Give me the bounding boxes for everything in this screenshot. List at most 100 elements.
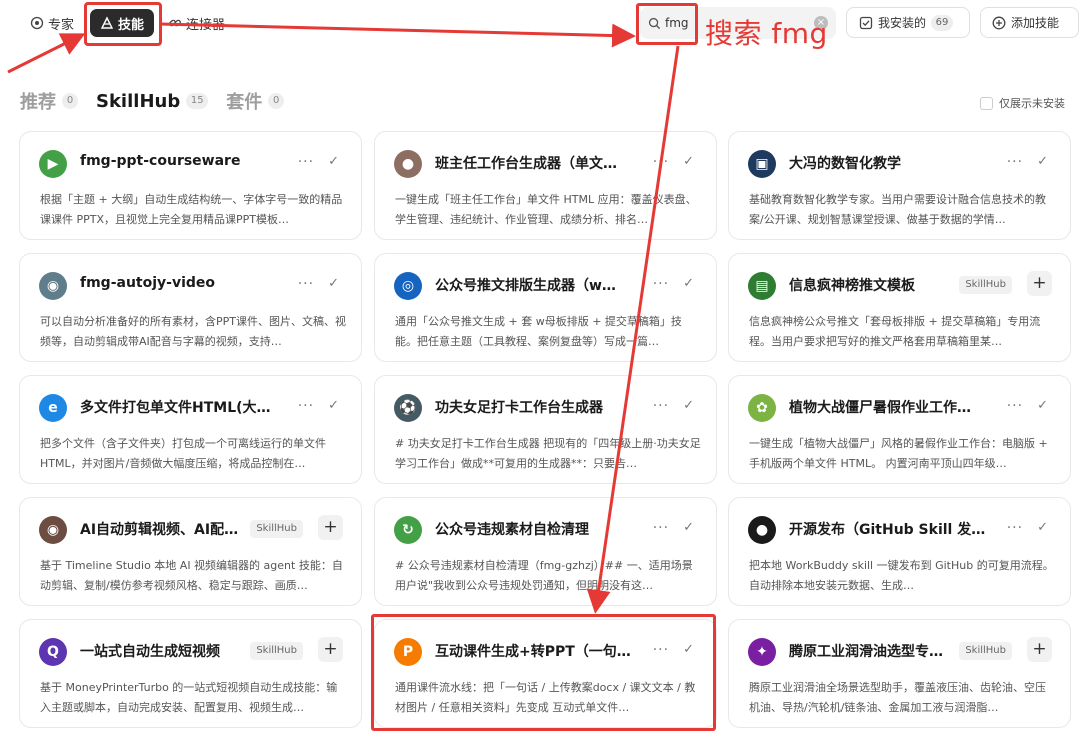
skill-description: 信息疯神榜公众号推文「套母板排版 + 提交草稿箱」专用流程。当用户要求把写好的推… xyxy=(749,315,1041,348)
card-actions: ··· ✓ xyxy=(653,398,694,413)
filter-label: 仅展示未安装 xyxy=(999,97,1065,110)
skill-card[interactable]: e 多文件打包单文件HTML(大… ··· ✓ 把多个文件（含子文件夹）打包成一个可离线… xyxy=(19,375,362,484)
skill-description: 基于 Timeline Studio 本地 AI 视频编辑器的 agent 技能… xyxy=(40,559,343,592)
more-icon[interactable]: ··· xyxy=(653,277,669,291)
skill-description: 通用「公众号推文生成 + 套 w母板排版 + 提交草稿箱」技能。把任意主题（工具… xyxy=(395,315,682,348)
nav-expert-label: 专家 xyxy=(48,17,75,33)
checkbox-icon xyxy=(859,16,873,29)
skill-card[interactable]: ✦ 腾原工业润滑油选型专… SkillHub + 腾原工业润滑油全场景选型助手，覆盖液压… xyxy=(728,619,1071,728)
skill-description: 可以自动分析准备好的所有素材，含PPT课件、图片、文稿、视频等，自动剪辑成带AI… xyxy=(40,315,346,348)
skill-description: 一键生成「植物大战僵尸」风格的暑假作业工作台：电脑版 + 手机版两个单文件 HT… xyxy=(749,437,1048,470)
card-actions: ··· ✓ xyxy=(1007,398,1048,413)
installed-check-icon: ✓ xyxy=(328,398,339,413)
skill-card[interactable]: ▤ 信息疯神榜推文模板 SkillHub + 信息疯神榜公众号推文「套母板排版 + 提交… xyxy=(728,253,1071,362)
filter-checkbox[interactable] xyxy=(980,96,993,110)
installed-check-icon: ✓ xyxy=(1037,520,1048,535)
skill-title: 公众号推文排版生成器（w… xyxy=(435,278,616,294)
skill-description: 基于 MoneyPrinterTurbo 的一站式短视频自动生成技能：输入主题或… xyxy=(40,681,338,714)
tab-suites[interactable]: 套件 0 xyxy=(226,88,285,114)
expert-icon xyxy=(30,16,44,30)
installed-check-icon: ✓ xyxy=(683,154,694,169)
skill-title: 植物大战僵尸暑假作业工作… xyxy=(789,400,971,416)
card-actions: ··· ✓ xyxy=(653,276,694,291)
skill-card[interactable]: ● 开源发布（GitHub Skill 发… ··· ✓ 把本地 WorkBuddy s… xyxy=(728,497,1071,606)
green-slides-icon: ▶ xyxy=(39,150,67,178)
more-icon[interactable]: ··· xyxy=(1007,399,1023,413)
skill-card[interactable]: ▶ fmg-ppt-courseware ··· ✓ 根据「主题 + 大纲」自动生成结构… xyxy=(19,131,362,240)
card-actions: ··· ✓ xyxy=(1007,520,1048,535)
add-icon[interactable]: + xyxy=(1027,271,1052,296)
skill-description: # 公众号违规素材自检清理（fmg-gzhzj）## 一、适用场景 用户说"我收… xyxy=(395,559,693,592)
add-skill-button[interactable]: 添加技能 xyxy=(980,7,1079,38)
card-actions: ··· ✓ xyxy=(298,398,339,413)
purple-q-icon: Q xyxy=(39,638,67,666)
skill-card[interactable]: ▣ 大冯的数智化教学 ··· ✓ 基础教育数智化教学专家。当用户需要设计融合信息技术的教… xyxy=(728,131,1071,240)
plus-circle-icon xyxy=(992,16,1006,29)
skill-description: 根据「主题 + 大纲」自动生成结构统一、字体字号一致的精品课课件 PPTX，且视… xyxy=(40,193,343,226)
skill-title: fmg-ppt-courseware xyxy=(80,153,241,169)
skill-title: 大冯的数智化教学 xyxy=(789,156,901,172)
more-icon[interactable]: ··· xyxy=(1007,155,1023,169)
skill-description: 腾原工业润滑油全场景选型助手，覆盖液压油、齿轮油、空压机油、导热/汽轮机/链条油… xyxy=(749,681,1046,714)
skill-card[interactable]: ◎ 公众号推文排版生成器（w… ··· ✓ 通用「公众号推文生成 + 套 w母板排版 +… xyxy=(374,253,717,362)
more-icon[interactable]: ··· xyxy=(298,277,314,291)
green-refresh-icon: ↻ xyxy=(394,516,422,544)
tab-label: 推荐 xyxy=(20,92,56,113)
browser-e-icon: e xyxy=(39,394,67,422)
installed-check-icon: ✓ xyxy=(1037,398,1048,413)
installed-label: 我安装的 xyxy=(878,16,927,30)
installed-check-icon: ✓ xyxy=(328,154,339,169)
add-icon[interactable]: + xyxy=(318,515,343,540)
skillhub-badge: SkillHub xyxy=(959,276,1012,294)
tab-recommended[interactable]: 推荐 0 xyxy=(20,88,78,114)
skill-description: 基础教育数智化教学专家。当用户需要设计融合信息技术的教案/公开课、规划智慧课堂授… xyxy=(749,193,1046,226)
more-icon[interactable]: ··· xyxy=(653,399,669,413)
skill-card[interactable]: ↻ 公众号违规素材自检清理 ··· ✓ # 公众号违规素材自检清理（fmg-gzhzj）… xyxy=(374,497,717,606)
skill-card[interactable]: ⚽ 功夫女足打卡工作台生成器 ··· ✓ # 功夫女足打卡工作台生成器 把现有的「四年级… xyxy=(374,375,717,484)
card-actions: ··· ✓ xyxy=(653,154,694,169)
top-nav: 专家 技能 连接器 fmg × 搜索 fmg 我安装的 69 添加技能 xyxy=(0,0,1080,50)
tab-label: 套件 xyxy=(226,92,263,113)
skill-title: 一站式自动生成短视频 xyxy=(80,644,220,660)
card-actions: ··· ✓ xyxy=(298,154,339,169)
skills-highlight-box xyxy=(84,2,162,46)
skill-card[interactable]: ◉ AI自动剪辑视频、AI配… SkillHub + 基于 Timeline Studi… xyxy=(19,497,362,606)
skill-card[interactable]: Q 一站式自动生成短视频 SkillHub + 基于 MoneyPrinterTurbo… xyxy=(19,619,362,728)
film-reel-icon: ◉ xyxy=(39,272,67,300)
more-icon[interactable]: ··· xyxy=(298,155,314,169)
search-annotation: 搜索 fmg xyxy=(705,17,828,50)
skill-description: # 功夫女足打卡工作台生成器 把现有的「四年级上册·功夫女足学习工作台」做成**… xyxy=(395,437,701,470)
installed-button[interactable]: 我安装的 69 xyxy=(846,7,970,38)
category-tabs: 推荐 0 SkillHub 15 套件 0 xyxy=(20,88,302,114)
tab-count: 0 xyxy=(268,93,285,109)
nav-expert[interactable]: 专家 xyxy=(30,10,74,36)
more-icon[interactable]: ··· xyxy=(298,399,314,413)
tab-skillhub[interactable]: SkillHub 15 xyxy=(96,90,209,112)
skill-title: 班主任工作台生成器（单文… xyxy=(435,156,617,172)
add-icon[interactable]: + xyxy=(318,637,343,662)
skill-card[interactable]: ◉ fmg-autojy-video ··· ✓ 可以自动分析准备好的所有素材，含PPT… xyxy=(19,253,362,362)
tab-label: SkillHub xyxy=(96,90,181,112)
purple-star-icon: ✦ xyxy=(748,638,776,666)
soccer-ball-icon: ⚽ xyxy=(394,394,422,422)
card-actions: ··· ✓ xyxy=(1007,154,1048,169)
blue-swirl-icon: ◎ xyxy=(394,272,422,300)
search-highlight-box xyxy=(636,3,698,45)
skillhub-badge: SkillHub xyxy=(250,642,303,660)
installed-check-icon: ✓ xyxy=(1037,154,1048,169)
more-icon[interactable]: ··· xyxy=(653,155,669,169)
nav-connector[interactable]: 连接器 xyxy=(168,10,225,36)
installed-check-icon: ✓ xyxy=(683,398,694,413)
skill-card[interactable]: ● 班主任工作台生成器（单文… ··· ✓ 一键生成「班主任工作台」单文件 HTML 应… xyxy=(374,131,717,240)
uninstalled-only-filter[interactable]: 仅展示未安装 xyxy=(980,95,1065,111)
skill-card[interactable]: ✿ 植物大战僵尸暑假作业工作… ··· ✓ 一键生成「植物大战僵尸」风格的暑假作业工作台… xyxy=(728,375,1071,484)
installed-check-icon: ✓ xyxy=(683,520,694,535)
more-icon[interactable]: ··· xyxy=(653,521,669,535)
plant-icon: ✿ xyxy=(748,394,776,422)
skill-title: 信息疯神榜推文模板 xyxy=(789,278,915,294)
classroom-icon: ▣ xyxy=(748,150,776,178)
more-icon[interactable]: ··· xyxy=(1007,521,1023,535)
skill-title: AI自动剪辑视频、AI配… xyxy=(80,522,239,538)
skillhub-badge: SkillHub xyxy=(250,520,303,538)
add-icon[interactable]: + xyxy=(1027,637,1052,662)
